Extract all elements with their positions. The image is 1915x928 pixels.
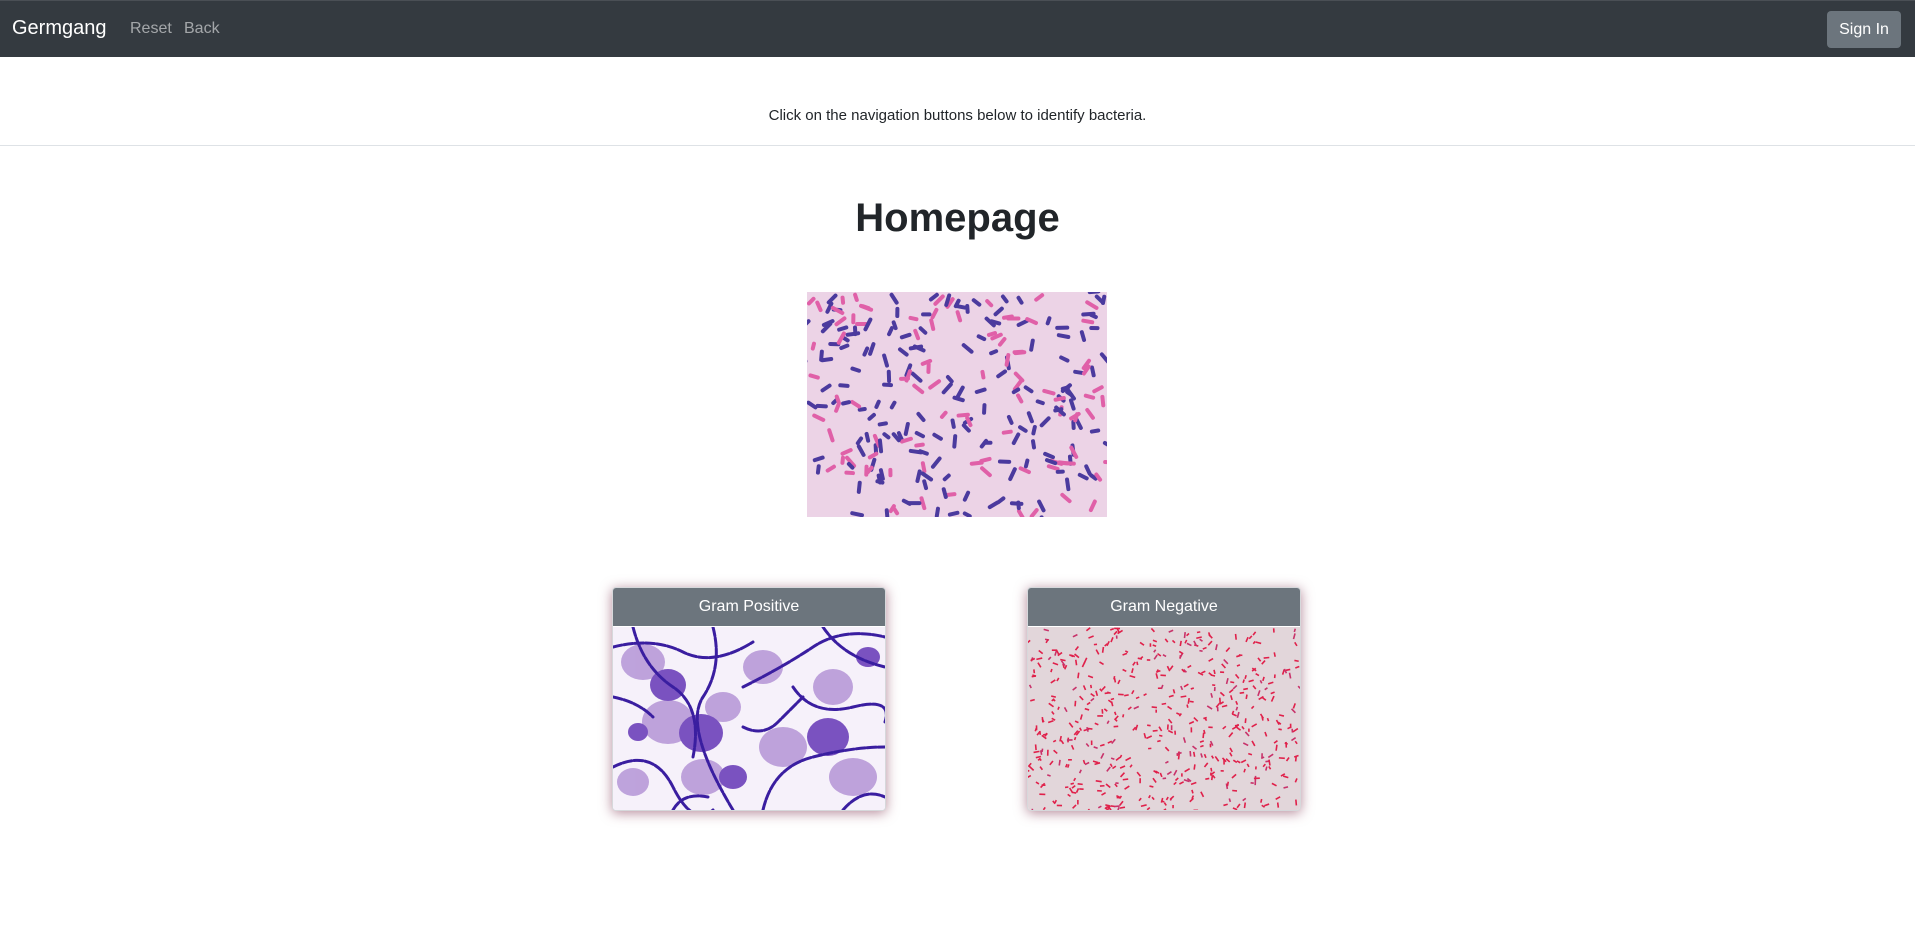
brand-link[interactable]: Germgang: [12, 17, 107, 40]
gram-negative-button[interactable]: Gram Negative: [1028, 588, 1300, 626]
top-navbar: Germgang Reset Back Sign In: [0, 0, 1915, 57]
gram-positive-button[interactable]: Gram Positive: [613, 588, 885, 626]
page-title: Homepage: [855, 196, 1060, 240]
gram-negative-image: [1028, 627, 1300, 810]
reset-link[interactable]: Reset: [130, 20, 172, 38]
gram-positive-image: [613, 627, 885, 810]
gram-negative-card[interactable]: Gram Negative: [1027, 587, 1301, 811]
instruction-text: Click on the navigation buttons below to…: [768, 107, 1147, 124]
gram-positive-card[interactable]: Gram Positive: [612, 587, 886, 811]
back-link[interactable]: Back: [184, 20, 220, 38]
hero-microscopy-image: [807, 292, 1107, 517]
sign-in-button[interactable]: Sign In: [1827, 11, 1901, 48]
divider: [0, 145, 1915, 146]
